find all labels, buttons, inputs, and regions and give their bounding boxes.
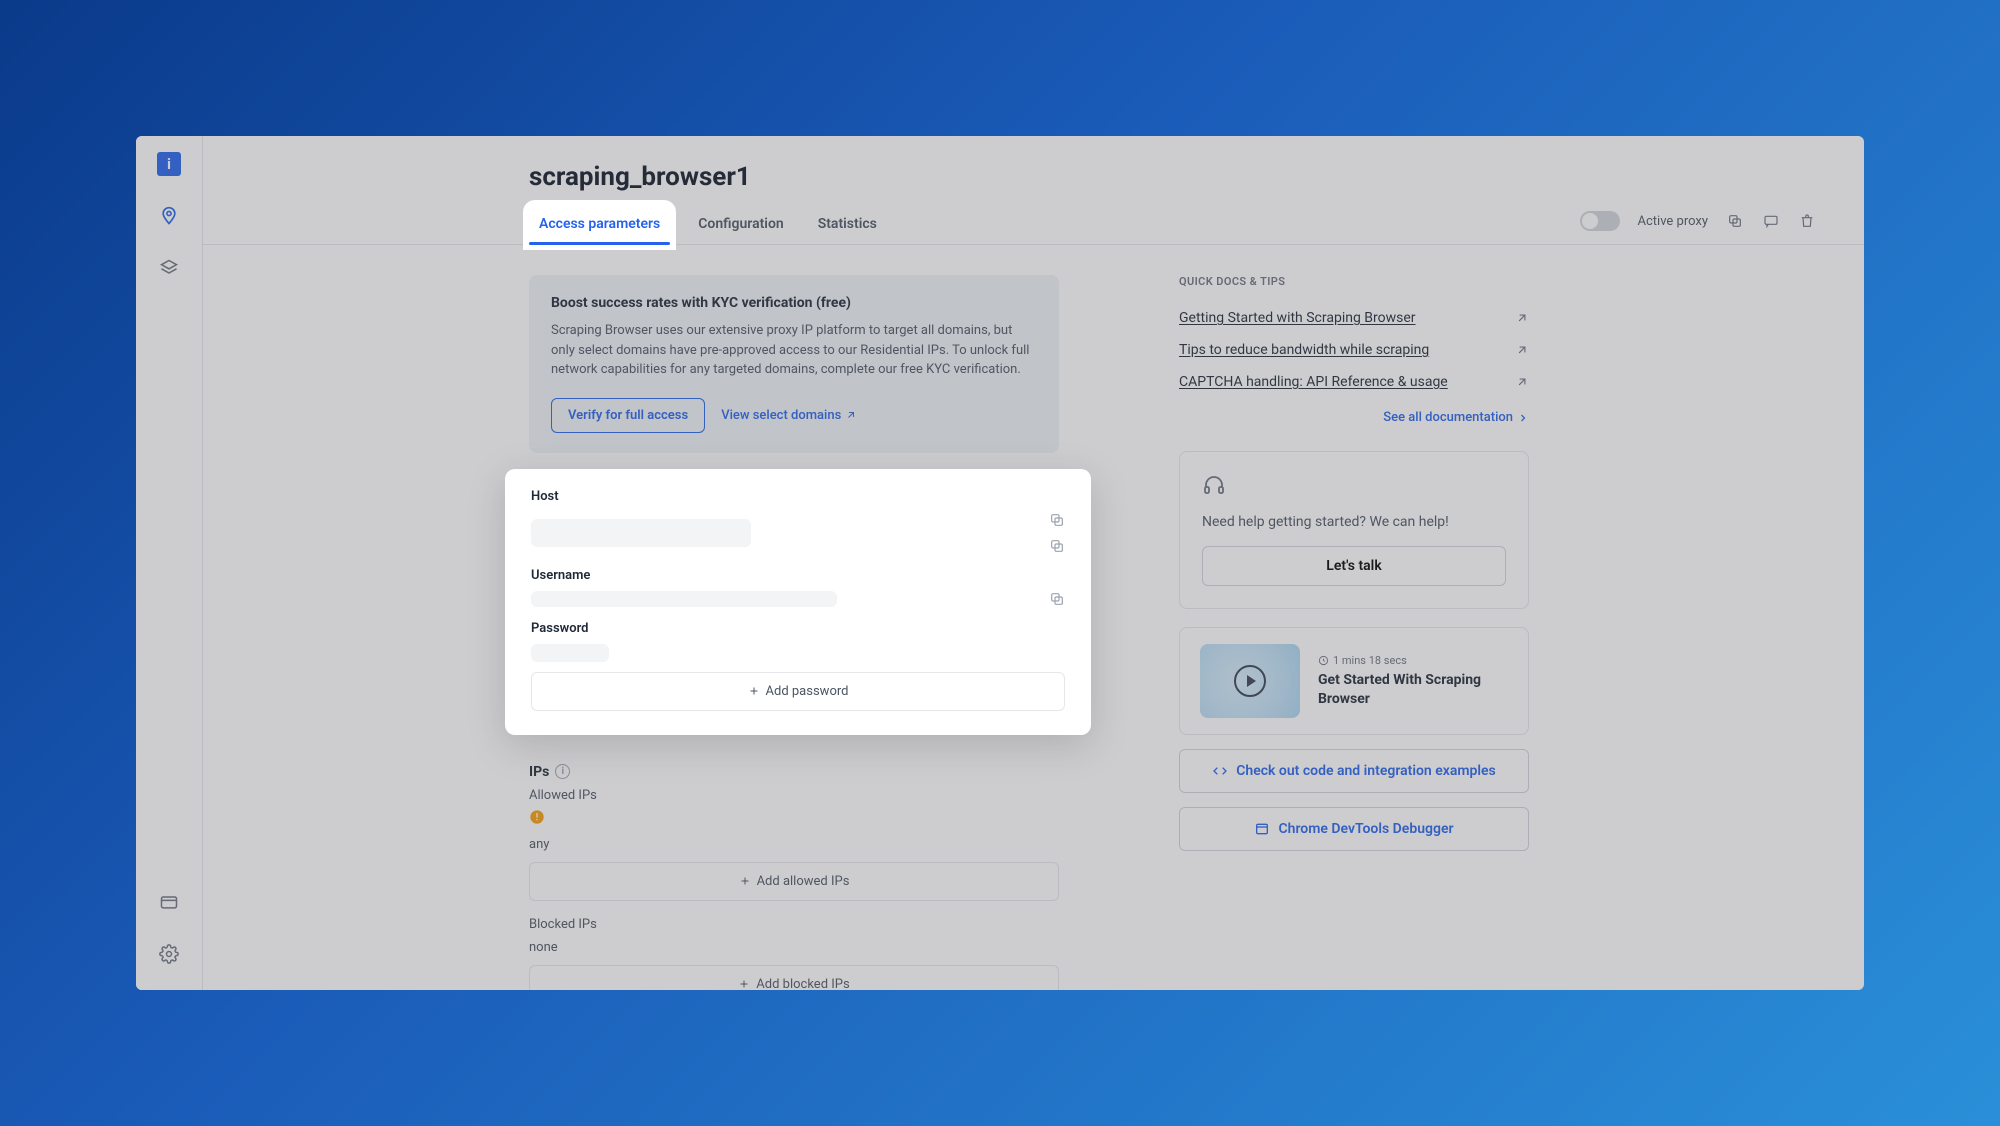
allowed-ips-label: Allowed IPs [529,788,1059,803]
page-title: scraping_browser1 [529,162,1816,192]
password-label: Password [531,621,1065,636]
tab-configuration[interactable]: Configuration [692,206,789,244]
credentials-card: Host Username [505,469,1091,735]
sidebar: i [136,136,203,990]
video-title: Get Started With Scraping Browser [1318,671,1508,709]
external-link-icon [1515,375,1529,389]
left-column: Boost success rates with KYC verificatio… [529,275,1059,960]
plus-icon [739,875,751,887]
code-icon [1212,763,1228,779]
add-allowed-ips-button[interactable]: Add allowed IPs [529,862,1059,901]
plus-icon [748,685,760,697]
plus-icon [738,978,750,990]
banner-title: Boost success rates with KYC verificatio… [551,295,1037,311]
location-icon[interactable] [157,204,181,228]
video-thumbnail [1200,644,1300,718]
blocked-ips-value: none [529,940,1059,955]
username-value [531,591,837,607]
see-all-label: See all documentation [1383,410,1513,425]
username-label: Username [531,568,1065,583]
copy-host-2-icon[interactable] [1049,538,1065,554]
host-label: Host [531,489,1065,504]
app-window: i scraping_browser1 Access parameters Co… [136,136,1864,990]
ips-section: IPs i Allowed IPs any Add allowed IPs Bl… [529,761,1059,991]
video-card[interactable]: 1 mins 18 secs Get Started With Scraping… [1179,627,1529,735]
password-value [531,644,609,662]
right-column: QUICK DOCS & TIPS Getting Started with S… [1179,275,1529,960]
header: scraping_browser1 [203,136,1864,192]
tab-statistics[interactable]: Statistics [812,206,883,244]
devtools-label: Chrome DevTools Debugger [1278,821,1453,837]
banner-text: Scraping Browser uses our extensive prox… [551,321,1037,380]
doc-link-label: Tips to reduce bandwidth while scraping [1179,342,1429,358]
help-card: Need help getting started? We can help! … [1179,451,1529,609]
blocked-ips-label: Blocked IPs [529,917,1059,932]
doc-link-label: Getting Started with Scraping Browser [1179,310,1416,326]
active-proxy-label: Active proxy [1638,214,1709,229]
ips-title-text: IPs [529,764,549,780]
view-domains-link[interactable]: View select domains [721,408,857,423]
add-password-button[interactable]: Add password [531,672,1065,711]
tabbar: Access parameters Configuration Statisti… [203,206,1864,245]
copy-host-icon[interactable] [1049,512,1065,528]
video-time-text: 1 mins 18 secs [1333,654,1407,667]
warning-icon [529,809,545,825]
kyc-banner: Boost success rates with KYC verificatio… [529,275,1059,453]
add-password-label: Add password [766,684,849,699]
code-examples-button[interactable]: Check out code and integration examples [1179,749,1529,793]
info-tooltip-icon[interactable]: i [555,764,570,779]
chevron-right-icon [1517,412,1529,424]
doc-link-bandwidth[interactable]: Tips to reduce bandwidth while scraping [1179,336,1529,368]
layers-icon[interactable] [157,256,181,280]
code-examples-label: Check out code and integration examples [1236,763,1496,779]
external-link-icon [1515,343,1529,357]
tab-access-parameters[interactable]: Access parameters [529,206,670,244]
main: scraping_browser1 Access parameters Conf… [203,136,1864,990]
doc-link-label: CAPTCHA handling: API Reference & usage [1179,374,1448,390]
active-proxy-toggle[interactable] [1580,211,1620,231]
add-blocked-ips-button[interactable]: Add blocked IPs [529,965,1059,991]
video-duration: 1 mins 18 secs [1318,654,1508,667]
copy-username-icon[interactable] [1049,591,1065,607]
allowed-ips-value: any [529,837,1059,852]
devtools-button[interactable]: Chrome DevTools Debugger [1179,807,1529,851]
view-domains-label: View select domains [721,408,841,423]
clock-icon [1318,655,1329,666]
billing-icon[interactable] [157,890,181,914]
see-all-docs-link[interactable]: See all documentation [1179,410,1529,425]
doc-link-captcha[interactable]: CAPTCHA handling: API Reference & usage [1179,368,1529,400]
chat-icon[interactable] [1762,212,1780,230]
verify-button[interactable]: Verify for full access [551,398,705,433]
help-text: Need help getting started? We can help! [1202,514,1506,530]
external-link-icon [845,409,857,421]
headset-icon [1202,474,1506,502]
ips-title: IPs i [529,764,570,780]
add-allowed-label: Add allowed IPs [757,874,850,889]
add-blocked-label: Add blocked IPs [756,977,849,991]
info-icon[interactable]: i [157,152,181,176]
delete-icon[interactable] [1798,212,1816,230]
external-link-icon [1515,311,1529,325]
copy-icon[interactable] [1726,212,1744,230]
doc-link-getting-started[interactable]: Getting Started with Scraping Browser [1179,304,1529,336]
content: Boost success rates with KYC verificatio… [203,245,1864,990]
host-value-1 [531,519,751,547]
lets-talk-button[interactable]: Let's talk [1202,546,1506,586]
docs-header: QUICK DOCS & TIPS [1179,275,1529,288]
settings-icon[interactable] [157,942,181,966]
play-icon [1234,665,1266,697]
window-icon [1254,821,1270,837]
